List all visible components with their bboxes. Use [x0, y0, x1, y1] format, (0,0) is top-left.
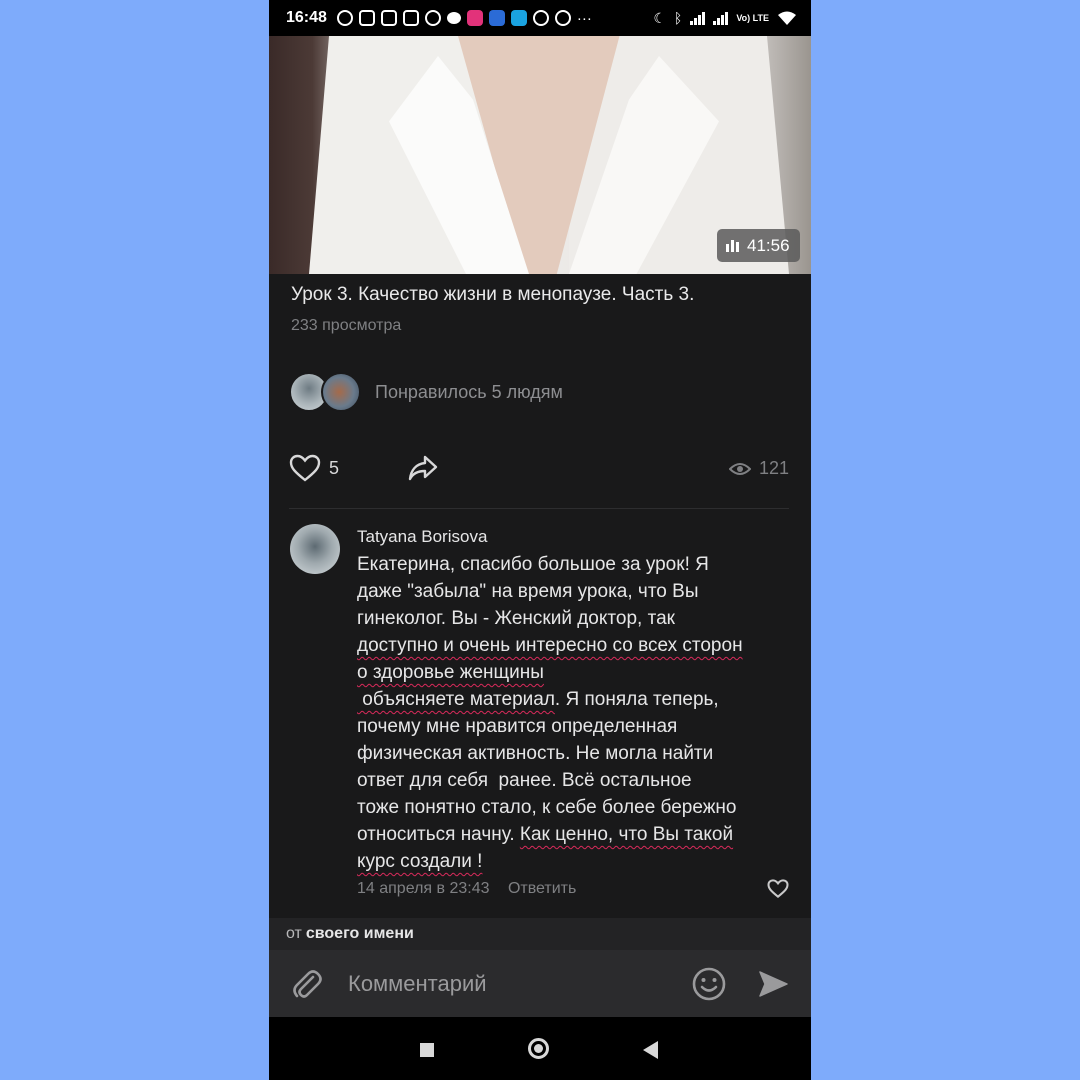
chat-icon	[446, 12, 461, 24]
share-button[interactable]	[407, 454, 439, 487]
heart-icon	[289, 454, 321, 482]
moon-icon: ☾	[653, 9, 666, 26]
comment-phrase: относиться начну.	[357, 824, 520, 845]
post-as-prefix: от	[286, 925, 302, 942]
paperclip-icon	[293, 970, 322, 998]
system-icons: ☾ ᛒ Vo) LTE	[653, 10, 797, 27]
comment-line: о здоровье женщины	[357, 659, 797, 686]
heart-icon	[767, 879, 789, 898]
comment-like-button[interactable]	[767, 879, 789, 903]
liker-avatar	[321, 372, 361, 412]
view-count: 121	[728, 458, 789, 479]
divider	[289, 508, 789, 509]
likes-summary[interactable]: Понравилось 5 людям	[289, 372, 563, 412]
eye-icon	[728, 462, 751, 475]
phone-screen: 16:48 ··· ☾ ᛒ Vo) LTE 41:56 Урок 3. Каче…	[269, 0, 811, 1080]
sync-icon-2	[532, 10, 549, 26]
comment-meta: 14 апреля в 23:43 Ответить	[357, 880, 576, 898]
instagram-icon-3	[402, 10, 419, 26]
video-duration-badge: 41:56	[717, 229, 800, 262]
status-bar: 16:48 ··· ☾ ᛒ Vo) LTE	[269, 0, 811, 36]
comment-author[interactable]: Tatyana Borisova	[357, 527, 487, 547]
comment-phrase-underlined: курс создали !	[357, 851, 483, 872]
equalizer-icon	[726, 239, 739, 252]
comment-phrase-underlined: объясняете материал	[357, 689, 555, 710]
like-count: 5	[329, 457, 340, 478]
comment-date: 14 апреля в 23:43	[357, 880, 490, 897]
comment-line: Екатерина, спасибо большое за урок! Я	[357, 554, 709, 575]
app-icon	[424, 10, 441, 26]
comment-phrase-underlined: о здоровье женщины	[357, 662, 544, 683]
more-icon: ···	[576, 9, 592, 27]
system-nav-bar	[269, 1017, 811, 1080]
bluetooth-icon: ᛒ	[673, 10, 683, 26]
comment-avatar[interactable]	[290, 524, 340, 574]
post-as-value: своего имени	[305, 925, 414, 942]
wifi-icon	[778, 11, 796, 25]
notification-icons: ···	[336, 9, 592, 27]
action-bar: 5 121	[289, 450, 789, 490]
cloud-icon	[554, 10, 571, 26]
view-count-text: 121	[758, 458, 789, 478]
comment-line: объясняете материал. Я поняла теперь,	[357, 686, 797, 713]
comment-line: даже "забыла" на время урока, что Вы	[357, 581, 699, 602]
like-button[interactable]: 5	[289, 454, 339, 482]
sync-icon	[336, 10, 353, 26]
comment-line: гинеколог. Вы - Женский доктор, так	[357, 608, 675, 629]
comment-input[interactable]: Комментарий	[348, 971, 487, 997]
video-views: 233 просмотра	[291, 317, 402, 334]
comment-line: почему мне нравится определенная	[357, 716, 678, 737]
app-blue-icon	[488, 10, 505, 26]
app-cyan-icon	[510, 10, 527, 26]
comment-line: физическая активность. Не могла найти	[357, 743, 714, 764]
smiley-icon	[692, 967, 726, 1001]
duration-text: 41:56	[747, 235, 790, 255]
instagram-icon-2	[380, 10, 397, 26]
status-time: 16:48	[286, 9, 327, 26]
comment-line: ответ для себя ранее. Всё остальное	[357, 770, 692, 791]
comment-text: Екатерина, спасибо большое за урок! Я да…	[357, 551, 797, 875]
comment-line-underlined: доступно и очень интересно со всех сторо…	[357, 635, 743, 656]
volte-label: Vo) LTE	[736, 12, 769, 23]
app-pink-icon	[466, 10, 483, 26]
share-icon	[408, 455, 438, 481]
send-button[interactable]	[757, 968, 789, 1005]
reply-button[interactable]: Ответить	[508, 880, 576, 897]
video-title: Урок 3. Качество жизни в менопаузе. Част…	[291, 284, 695, 305]
home-button[interactable]	[528, 1038, 549, 1059]
comment-line: относиться начну. Как ценно, что Вы тако…	[357, 821, 797, 848]
attach-button[interactable]	[291, 968, 323, 1007]
post-as-selector[interactable]: от своего имени	[269, 918, 811, 950]
likes-summary-text: Понравилось 5 людям	[375, 381, 563, 402]
emoji-button[interactable]	[691, 966, 727, 1007]
comment-line: тоже понятно стало, к себе более бережно	[357, 797, 737, 818]
comment-input-bar: Комментарий	[269, 950, 811, 1017]
send-icon	[759, 971, 788, 997]
comment-phrase-underlined: Как ценно, что Вы такой	[519, 824, 734, 845]
instagram-icon	[358, 10, 375, 26]
comment-line: курс создали !	[357, 848, 797, 875]
comment-phrase: . Я поняла теперь,	[554, 689, 719, 710]
signal-icon-2	[713, 11, 729, 25]
signal-icon	[690, 11, 706, 25]
recents-button[interactable]	[420, 1043, 434, 1057]
back-button[interactable]	[643, 1041, 658, 1059]
